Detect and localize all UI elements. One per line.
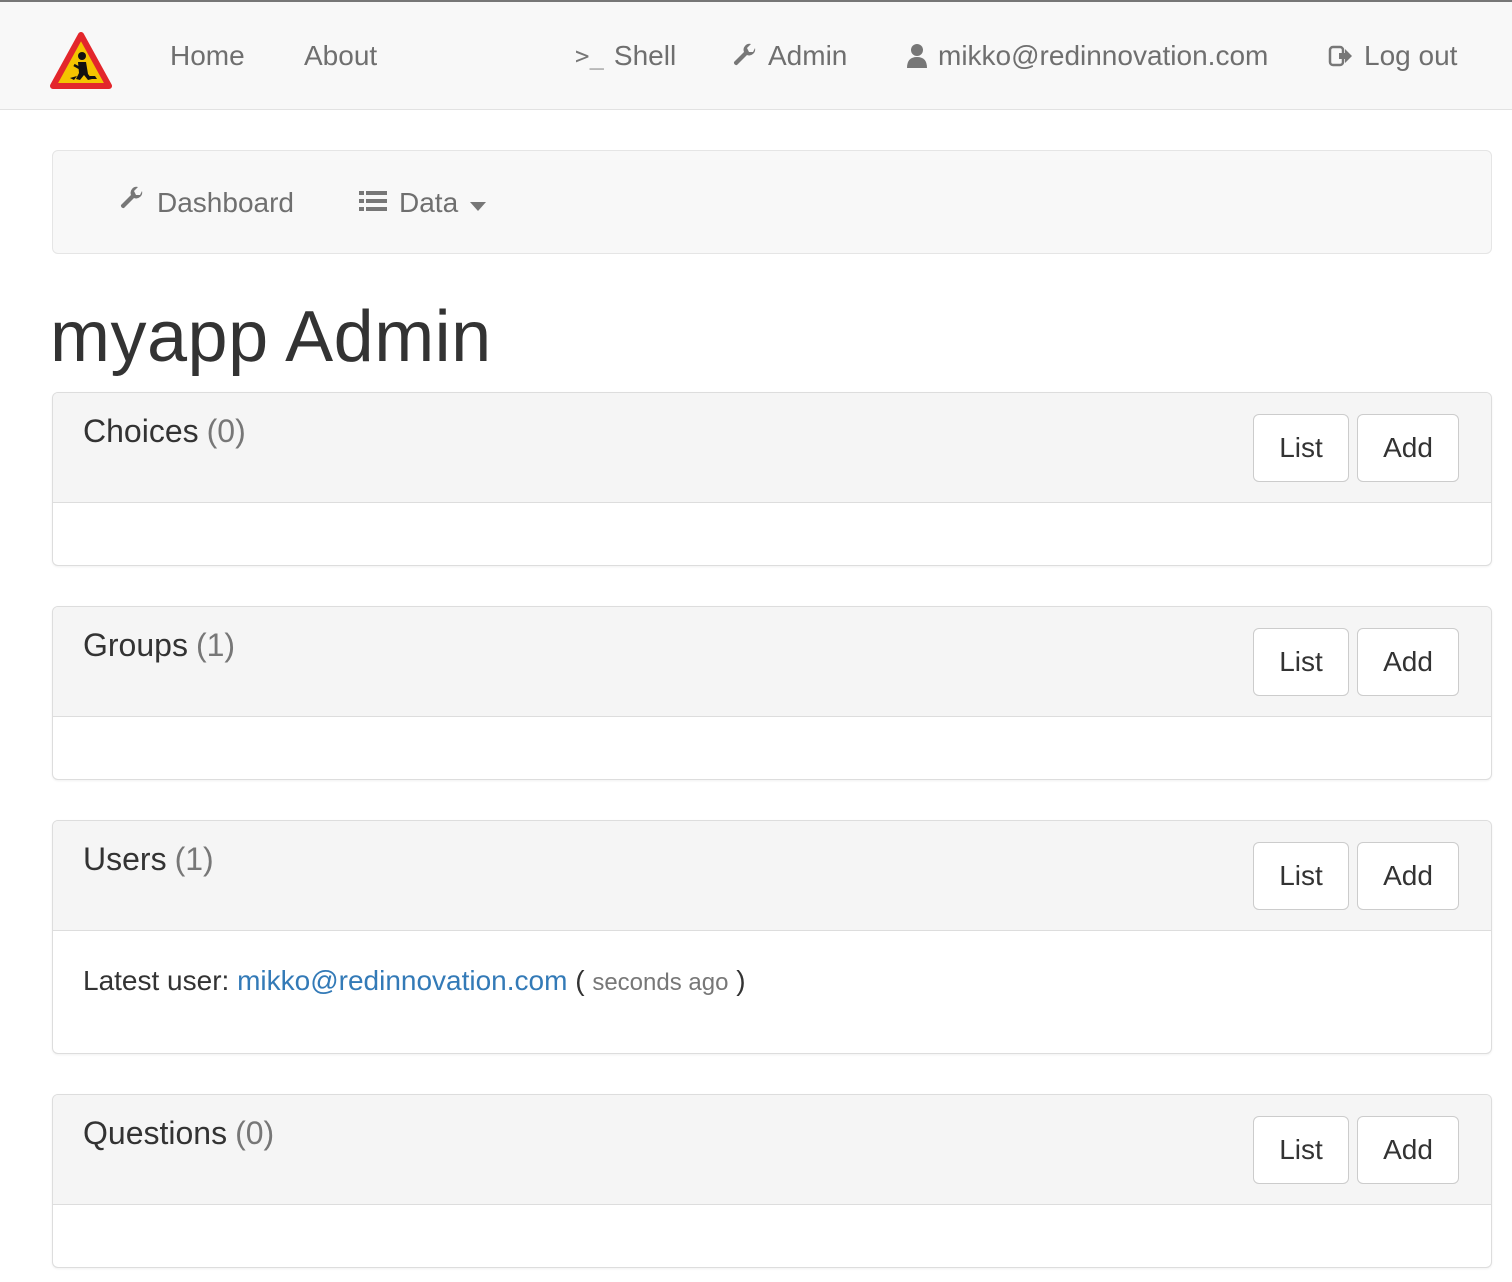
panel-title: Questions (0) — [83, 1115, 274, 1152]
panel-model-name: Choices — [83, 413, 199, 449]
subnav-data-label: Data — [399, 187, 459, 218]
user-icon — [906, 43, 928, 69]
panel-title: Choices (0) — [83, 413, 246, 450]
panel-count: (0) — [235, 1115, 275, 1151]
panel-heading: Questions (0) List Add — [53, 1095, 1491, 1205]
add-button[interactable]: Add — [1357, 628, 1459, 696]
latest-user-link[interactable]: mikko@redinnovation.com — [237, 965, 567, 996]
panel-count: (1) — [195, 627, 236, 663]
list-icon — [359, 181, 387, 225]
model-panel-questions: Questions (0) List Add — [52, 1094, 1492, 1268]
panel-count: (0) — [206, 413, 246, 449]
panel-model-name: Groups — [83, 627, 188, 663]
model-panel-groups: Groups (1) List Add — [52, 606, 1492, 780]
subnav-data-dropdown[interactable]: Data — [359, 181, 487, 225]
wrench-icon — [732, 43, 758, 69]
nav-shell-label: Shell — [613, 40, 677, 71]
nav-logout-label: Log out — [1364, 40, 1458, 71]
latest-user-label: Latest user: — [83, 965, 230, 996]
panel-count: (1) — [174, 841, 214, 877]
panel-heading: Users (1) List Add — [53, 821, 1491, 931]
logout-icon — [1328, 44, 1354, 68]
model-panel-choices: Choices (0) List Add — [52, 392, 1492, 566]
list-button[interactable]: List — [1253, 414, 1349, 482]
nav-home-link[interactable]: Home — [170, 36, 245, 76]
model-panel-users: Users (1) List Add Latest user: mikko@red… — [52, 820, 1492, 1054]
nav-logout-link[interactable]: Log out — [1328, 36, 1457, 76]
add-button[interactable]: Add — [1357, 414, 1459, 482]
page-title: myapp Admin — [50, 297, 492, 377]
add-button[interactable]: Add — [1357, 1116, 1459, 1184]
nav-admin-link[interactable]: Admin — [732, 36, 847, 76]
nav-admin-label: Admin — [768, 40, 848, 71]
top-navbar: Home About >_ Shell Admin mikko@redinnov… — [0, 0, 1512, 110]
open-paren: ( — [575, 965, 585, 996]
subnav-dashboard-link[interactable]: Dashboard — [119, 181, 294, 225]
latest-user-line: Latest user: mikko@redinnovation.com ( s… — [83, 965, 746, 997]
panel-model-name: Users — [83, 841, 167, 877]
panel-heading: Choices (0) List Add — [53, 393, 1491, 503]
nav-about-link[interactable]: About — [304, 36, 377, 76]
panel-title: Groups (1) — [83, 627, 235, 664]
nav-shell-link[interactable]: >_ Shell — [575, 36, 676, 76]
nav-user-link[interactable]: mikko@redinnovation.com — [906, 36, 1268, 76]
wrench-icon — [119, 181, 145, 225]
panel-title: Users (1) — [83, 841, 214, 878]
list-button[interactable]: List — [1253, 1116, 1349, 1184]
nav-home-label: Home — [170, 40, 245, 71]
subnav-dashboard-label: Dashboard — [157, 187, 294, 218]
add-button[interactable]: Add — [1357, 842, 1459, 910]
latest-user-time: seconds ago — [592, 969, 729, 996]
list-button[interactable]: List — [1253, 842, 1349, 910]
nav-user-email: mikko@redinnovation.com — [938, 40, 1269, 71]
roadwork-logo-icon[interactable] — [50, 32, 112, 90]
panel-model-name: Questions — [83, 1115, 228, 1151]
caret-down-icon — [470, 181, 487, 225]
close-paren: ) — [736, 965, 746, 996]
panel-heading: Groups (1) List Add — [53, 607, 1491, 717]
list-button[interactable]: List — [1253, 628, 1349, 696]
nav-about-label: About — [304, 40, 378, 71]
admin-subnav: Dashboard Data — [52, 150, 1492, 254]
terminal-icon: >_ — [575, 42, 604, 70]
